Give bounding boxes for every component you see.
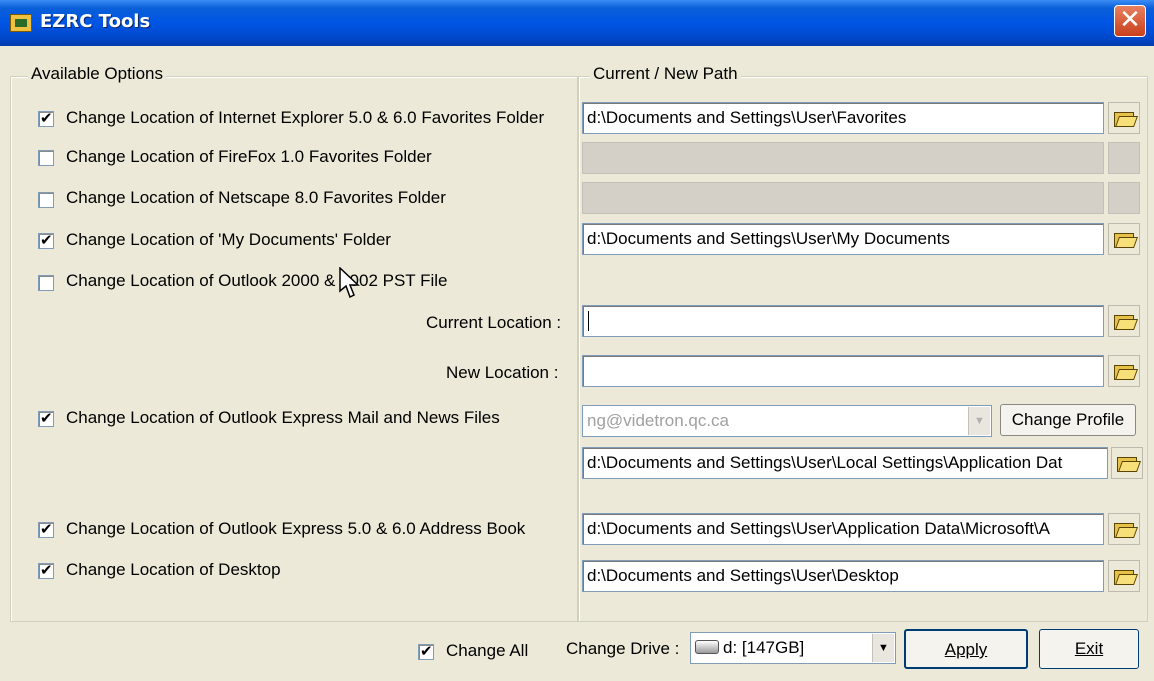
folder-open-icon: [1114, 521, 1135, 538]
app-icon: [10, 14, 32, 32]
drive-select[interactable]: d: [147GB] ▼: [690, 632, 896, 664]
folder-open-icon: [1114, 568, 1135, 585]
folder-open-icon: [1114, 231, 1135, 248]
folder-open-icon: [1117, 455, 1138, 472]
dialog-client-area: Available Options Current / New Path Cha…: [4, 46, 1150, 677]
change-profile-button[interactable]: Change Profile: [1000, 404, 1136, 436]
ezrc-tools-window: EZRC Tools ✕ Available Options Current /…: [0, 0, 1154, 681]
change-profile-label: Change Profile: [1011, 410, 1125, 429]
address-book-checkbox[interactable]: [38, 520, 54, 538]
desktop-checkbox[interactable]: [38, 561, 54, 579]
pst-new-location-label: New Location :: [446, 363, 559, 382]
my-documents-checkbox[interactable]: [38, 231, 54, 249]
outlook-pst-label[interactable]: Change Location of Outlook 2000 & 2002 P…: [66, 271, 448, 291]
my-documents-path-field[interactable]: d:\Documents and Settings\User\My Docume…: [582, 223, 1104, 255]
folder-open-icon: [1114, 363, 1135, 380]
pst-current-location-label: Current Location :: [426, 313, 562, 332]
outlook-pst-checkbox[interactable]: [38, 275, 54, 291]
drive-select-value: d: [147GB]: [723, 638, 805, 657]
desktop-path-field[interactable]: d:\Documents and Settings\User\Desktop: [582, 560, 1104, 592]
exit-button[interactable]: Exit: [1039, 629, 1139, 669]
folder-open-icon: [1114, 110, 1135, 127]
close-button[interactable]: ✕: [1114, 5, 1146, 37]
netscape-favorites-checkbox[interactable]: [38, 192, 54, 208]
pst-new-location-browse-button[interactable]: [1108, 355, 1140, 387]
apply-label: Apply: [944, 640, 988, 659]
current-new-path-legend: Current / New Path: [590, 64, 741, 84]
title-bar[interactable]: EZRC Tools ✕: [0, 0, 1154, 46]
pst-new-location-field[interactable]: [582, 355, 1104, 387]
ie-favorites-checkbox[interactable]: [38, 109, 54, 127]
profile-select: ng@videtron.qc.ca ▼: [582, 405, 992, 437]
mouse-cursor-icon: [339, 267, 360, 299]
desktop-browse-button[interactable]: [1108, 560, 1140, 592]
change-all-checkbox[interactable]: [418, 642, 434, 660]
desktop-label[interactable]: Change Location of Desktop: [66, 560, 281, 580]
outlook-express-mail-checkbox[interactable]: [38, 409, 54, 427]
profile-select-value: ng@videtron.qc.ca: [587, 411, 730, 430]
apply-button[interactable]: Apply: [904, 629, 1028, 669]
pst-current-location-browse-button[interactable]: [1108, 305, 1140, 337]
chevron-down-icon: ▼: [872, 634, 894, 662]
available-options-legend: Available Options: [28, 64, 166, 84]
ie-favorites-label[interactable]: Change Location of Internet Explorer 5.0…: [66, 108, 544, 128]
change-all-label[interactable]: Change All: [446, 641, 528, 661]
close-icon: ✕: [1119, 5, 1141, 35]
firefox-favorites-checkbox[interactable]: [38, 150, 54, 166]
firefox-favorites-browse-button: [1108, 142, 1140, 174]
window-title: EZRC Tools: [40, 11, 151, 32]
ie-favorites-browse-button[interactable]: [1108, 102, 1140, 134]
my-documents-browse-button[interactable]: [1108, 223, 1140, 255]
my-documents-label[interactable]: Change Location of 'My Documents' Folder: [66, 230, 391, 250]
folder-open-icon: [1114, 313, 1135, 330]
address-book-path-field[interactable]: d:\Documents and Settings\User\Applicati…: [582, 513, 1104, 545]
hard-drive-icon: [695, 640, 719, 654]
chevron-down-icon: ▼: [968, 407, 990, 435]
outlook-express-mail-path-field[interactable]: d:\Documents and Settings\User\Local Set…: [582, 447, 1108, 479]
netscape-favorites-path-field: [582, 182, 1104, 214]
exit-label: Exit: [1074, 639, 1104, 658]
outlook-express-mail-browse-button[interactable]: [1111, 447, 1143, 479]
outlook-express-mail-label[interactable]: Change Location of Outlook Express Mail …: [66, 408, 500, 428]
address-book-label[interactable]: Change Location of Outlook Express 5.0 &…: [66, 519, 525, 539]
text-caret: [588, 311, 589, 331]
firefox-favorites-path-field: [582, 142, 1104, 174]
pst-current-location-field[interactable]: [582, 305, 1104, 337]
netscape-favorites-browse-button: [1108, 182, 1140, 214]
netscape-favorites-label[interactable]: Change Location of Netscape 8.0 Favorite…: [66, 188, 446, 208]
ie-favorites-path-field[interactable]: d:\Documents and Settings\User\Favorites: [582, 102, 1104, 134]
firefox-favorites-label[interactable]: Change Location of FireFox 1.0 Favorites…: [66, 147, 432, 167]
change-drive-label: Change Drive :: [566, 639, 680, 658]
address-book-browse-button[interactable]: [1108, 513, 1140, 545]
